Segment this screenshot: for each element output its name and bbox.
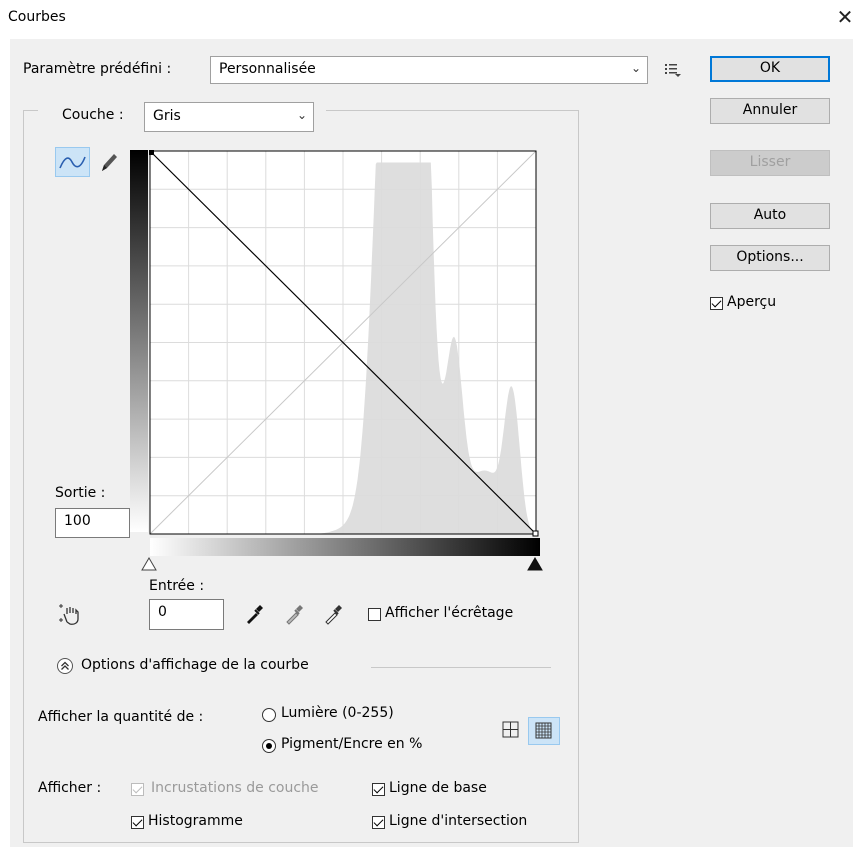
show-clipping-checkbox[interactable] [368, 608, 381, 621]
eyedropper-white-tool[interactable] [322, 602, 344, 626]
output-gradient [130, 150, 148, 532]
eyedropper-black-icon [247, 605, 263, 624]
histogram-checkbox[interactable] [131, 816, 144, 829]
grid-simple-button[interactable] [498, 717, 524, 743]
intersection-label: Ligne d'intersection [389, 813, 528, 829]
channel-overlays-checkbox[interactable] [131, 783, 144, 796]
preset-menu-icon[interactable] [664, 62, 682, 78]
eyedropper-black-tool[interactable] [243, 602, 265, 626]
eyedropper-white-icon [325, 605, 342, 625]
grid-detailed-button[interactable] [528, 717, 560, 745]
curve-graph[interactable] [147, 148, 541, 537]
eyedropper-gray-icon [286, 605, 303, 625]
pencil-icon [102, 154, 117, 171]
title-bar: Courbes ✕ [0, 0, 863, 36]
show-label: Afficher : [38, 780, 102, 796]
baseline-checkbox[interactable] [372, 783, 385, 796]
input-gradient [150, 538, 540, 556]
preset-dropdown[interactable]: Personnalisée ⌄ [210, 56, 648, 84]
channel-overlays-label: Incrustations de couche [151, 780, 319, 796]
preset-value: Personnalisée [219, 61, 316, 77]
divider [371, 667, 551, 668]
light-radio[interactable] [262, 708, 276, 722]
output-field[interactable]: 100 [55, 508, 130, 538]
channel-value: Gris [153, 108, 181, 124]
channel-dropdown[interactable]: Gris ⌄ [144, 102, 314, 132]
preview-checkbox[interactable] [710, 297, 723, 310]
chevron-down-icon: ⌄ [296, 108, 307, 122]
eyedropper-gray-tool[interactable] [283, 602, 305, 626]
black-point-slider[interactable] [527, 557, 543, 571]
curve-point-end [532, 530, 539, 537]
options-button[interactable]: Options... [710, 245, 830, 271]
curve-point-tool[interactable] [55, 147, 90, 177]
on-image-adjust-tool[interactable] [58, 602, 86, 628]
smooth-button[interactable]: Lisser [710, 150, 830, 176]
histogram-label: Histogramme [148, 813, 243, 829]
preset-label: Paramètre prédéfini : [23, 61, 172, 77]
chevron-down-icon: ⌄ [630, 61, 641, 75]
show-amount-label: Afficher la quantité de : [38, 709, 204, 725]
close-icon[interactable]: ✕ [833, 4, 857, 30]
show-clipping-label: Afficher l'écrêtage [385, 605, 514, 621]
curve-display-options-label: Options d'affichage de la courbe [81, 657, 309, 673]
cancel-button[interactable]: Annuler [710, 98, 830, 124]
light-label: Lumière (0-255) [281, 705, 394, 721]
grid-4-icon [502, 721, 519, 738]
curve-point-start [149, 150, 154, 155]
preview-label: Aperçu [727, 294, 777, 310]
collapse-options-icon[interactable] [56, 657, 74, 675]
ok-button[interactable]: OK [710, 56, 830, 82]
output-label: Sortie : [55, 485, 106, 501]
input-label: Entrée : [149, 578, 205, 594]
grid-10-icon [535, 722, 552, 739]
pigment-radio[interactable] [262, 739, 276, 753]
white-point-slider[interactable] [141, 557, 157, 571]
intersection-checkbox[interactable] [372, 816, 385, 829]
channel-label: Couche : [62, 107, 124, 123]
window-title: Courbes [8, 9, 66, 25]
input-field[interactable]: 0 [149, 599, 224, 630]
pigment-label: Pigment/Encre en % [281, 736, 423, 752]
pencil-tool[interactable] [96, 149, 122, 175]
auto-button[interactable]: Auto [710, 203, 830, 229]
baseline-label: Ligne de base [389, 780, 487, 796]
on-image-adjust-icon [59, 604, 79, 625]
curve-point-icon [59, 156, 86, 169]
